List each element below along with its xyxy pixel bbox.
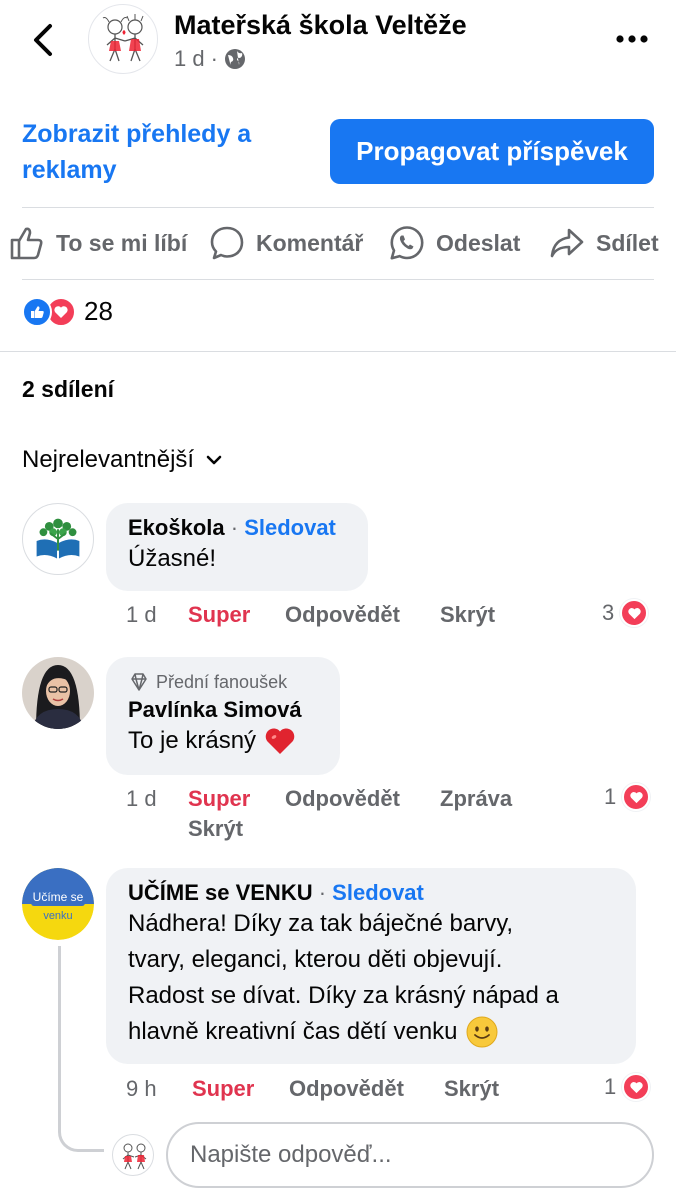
back-arrow-icon[interactable] (28, 22, 58, 58)
comment-author-line: Ekoškola · Sledovat (128, 515, 346, 541)
reaction-count: 28 (84, 296, 113, 326)
promote-post-button[interactable]: Propagovat příspěvek (330, 119, 654, 184)
reply-button[interactable]: Odpovědět (285, 602, 400, 628)
comment-time[interactable]: 1 d (126, 602, 157, 628)
comment-author[interactable]: Ekoškola (128, 515, 225, 540)
reaction-summary[interactable]: 28 (22, 296, 113, 327)
more-options-icon[interactable] (614, 30, 650, 48)
message-button[interactable]: Zpráva (440, 786, 512, 812)
red-heart-emoji-icon (265, 728, 295, 754)
current-page-avatar (112, 1134, 154, 1176)
comment-actions-row: 1 d Super Odpovědět Skrýt 3 (0, 599, 676, 632)
comment-author[interactable]: UČÍME se VENKU (128, 880, 313, 905)
comment-text: Úžasné! (128, 545, 217, 572)
comment-text-line: Radost se dívat. Díky za krásný nápad a (128, 982, 559, 1009)
comment-text-line: tvary, eleganci, kterou děti objevují. (128, 946, 503, 973)
avatar-text-1: Učíme se (32, 890, 84, 904)
globe-icon (224, 49, 245, 69)
comment-text: To je krásný (128, 727, 257, 754)
meta-separator: · (210, 46, 218, 71)
comment-reaction-count[interactable]: 1 (604, 1073, 651, 1101)
kids-drawing-logo-icon (122, 1143, 147, 1170)
chevron-down-icon (206, 455, 222, 465)
comment-text-last-line: hlavně kreativní čas dětí venku (128, 1014, 614, 1050)
comment-text-line: Nádhera! Díky za tak báječné barvy, (128, 910, 514, 937)
reaction-number: 1 (604, 784, 617, 809)
comment-reaction-count[interactable]: 3 (602, 599, 649, 627)
comment-bubble[interactable]: Ekoškola · Sledovat Úžasné! (106, 503, 368, 591)
ucime-se-venku-avatar[interactable]: Učíme se venku (22, 868, 94, 940)
send-whatsapp-button[interactable]: Odeslat (388, 212, 520, 274)
top-fan-label: Přední fanoušek (156, 671, 288, 692)
send-label: Odeslat (436, 229, 521, 256)
reaction-number: 1 (604, 1074, 617, 1099)
reaction-number: 3 (602, 600, 615, 625)
diamond-icon (131, 673, 147, 691)
comment-label: Komentář (256, 229, 364, 256)
post-time[interactable]: 1 d (174, 46, 205, 72)
like-reaction-icon (22, 296, 52, 327)
comment-actions-row: 9 h Super Odpovědět Skrýt 1 (0, 1073, 676, 1106)
reply-button[interactable]: Odpovědět (289, 1076, 404, 1102)
comment-text-line: hlavně kreativní čas dětí venku (128, 1018, 458, 1045)
user-photo-icon (22, 657, 94, 729)
shares-count-link[interactable]: 2 sdílení (22, 376, 114, 403)
whatsapp-icon (390, 226, 424, 260)
post-action-bar: To se mi líbí Komentář Odeslat Sdílet (0, 212, 676, 274)
comment-actions-row: 1 d Super Odpovědět Zpráva Skrýt 1 (0, 783, 676, 846)
comment-sort-dropdown[interactable]: Nejrelevantnější (22, 446, 224, 474)
share-button[interactable]: Sdílet (548, 212, 659, 274)
sort-selected-label: Nejrelevantnější (22, 446, 195, 473)
heart-icon (622, 783, 651, 811)
ekoskola-logo-icon (36, 518, 80, 559)
comment-author-line: UČÍME se VENKU · Sledovat (128, 880, 614, 906)
smiling-face-emoji-icon (466, 1016, 498, 1048)
divider (22, 207, 654, 208)
share-label: Sdílet (596, 229, 659, 256)
super-reaction-button[interactable]: Super (192, 1076, 254, 1102)
divider (0, 351, 676, 352)
hide-button[interactable]: Skrýt (444, 1076, 499, 1102)
reply-input[interactable] (166, 1122, 654, 1188)
follow-link[interactable]: Sledovat (332, 880, 424, 905)
comment-reaction-count[interactable]: 1 (604, 783, 651, 811)
hide-button[interactable]: Skrýt (188, 816, 243, 842)
comment-bubble[interactable]: Přední fanoušek Pavlínka Simová To je kr… (106, 657, 340, 775)
avatar-text-2: venku (43, 910, 73, 922)
heart-icon (622, 1073, 651, 1101)
comment-bubble[interactable]: UČÍME se VENKU · Sledovat Nádhera! Díky … (106, 868, 636, 1064)
heart-icon (620, 599, 649, 627)
view-insights-and-ads-link[interactable]: Zobrazit přehledy a reklamy (22, 116, 312, 188)
page-avatar[interactable] (88, 4, 158, 74)
divider (22, 279, 654, 280)
comment-button[interactable]: Komentář (208, 212, 363, 274)
share-arrow-icon (550, 228, 584, 258)
ucime-se-venku-logo-icon (22, 868, 94, 940)
top-fan-badge: Přední fanoušek (128, 671, 318, 693)
comment-time[interactable]: 1 d (126, 786, 157, 812)
post-meta: 1 d · (174, 46, 246, 72)
like-label: To se mi líbí (56, 229, 188, 256)
comment-text-line: To je krásný (128, 723, 318, 759)
pavlinka-avatar[interactable] (22, 657, 94, 729)
like-button[interactable]: To se mi líbí (8, 212, 187, 274)
ekoskola-avatar[interactable] (22, 503, 94, 575)
super-reaction-button[interactable]: Super (188, 786, 250, 812)
author-separator: · (230, 515, 239, 540)
reply-button[interactable]: Odpovědět (285, 786, 400, 812)
page-name[interactable]: Mateřská škola Veltěže (174, 10, 467, 41)
comment-time[interactable]: 9 h (126, 1076, 157, 1102)
thumbs-up-icon (10, 227, 43, 260)
super-reaction-button[interactable]: Super (188, 602, 250, 628)
comment-author[interactable]: Pavlínka Simová (128, 697, 318, 723)
hide-button[interactable]: Skrýt (440, 602, 495, 628)
comment-bubble-icon (210, 226, 244, 260)
kids-drawing-logo-icon (102, 14, 144, 62)
author-separator: · (318, 880, 327, 905)
follow-link[interactable]: Sledovat (244, 515, 336, 540)
reply-thread-line (58, 946, 104, 1152)
